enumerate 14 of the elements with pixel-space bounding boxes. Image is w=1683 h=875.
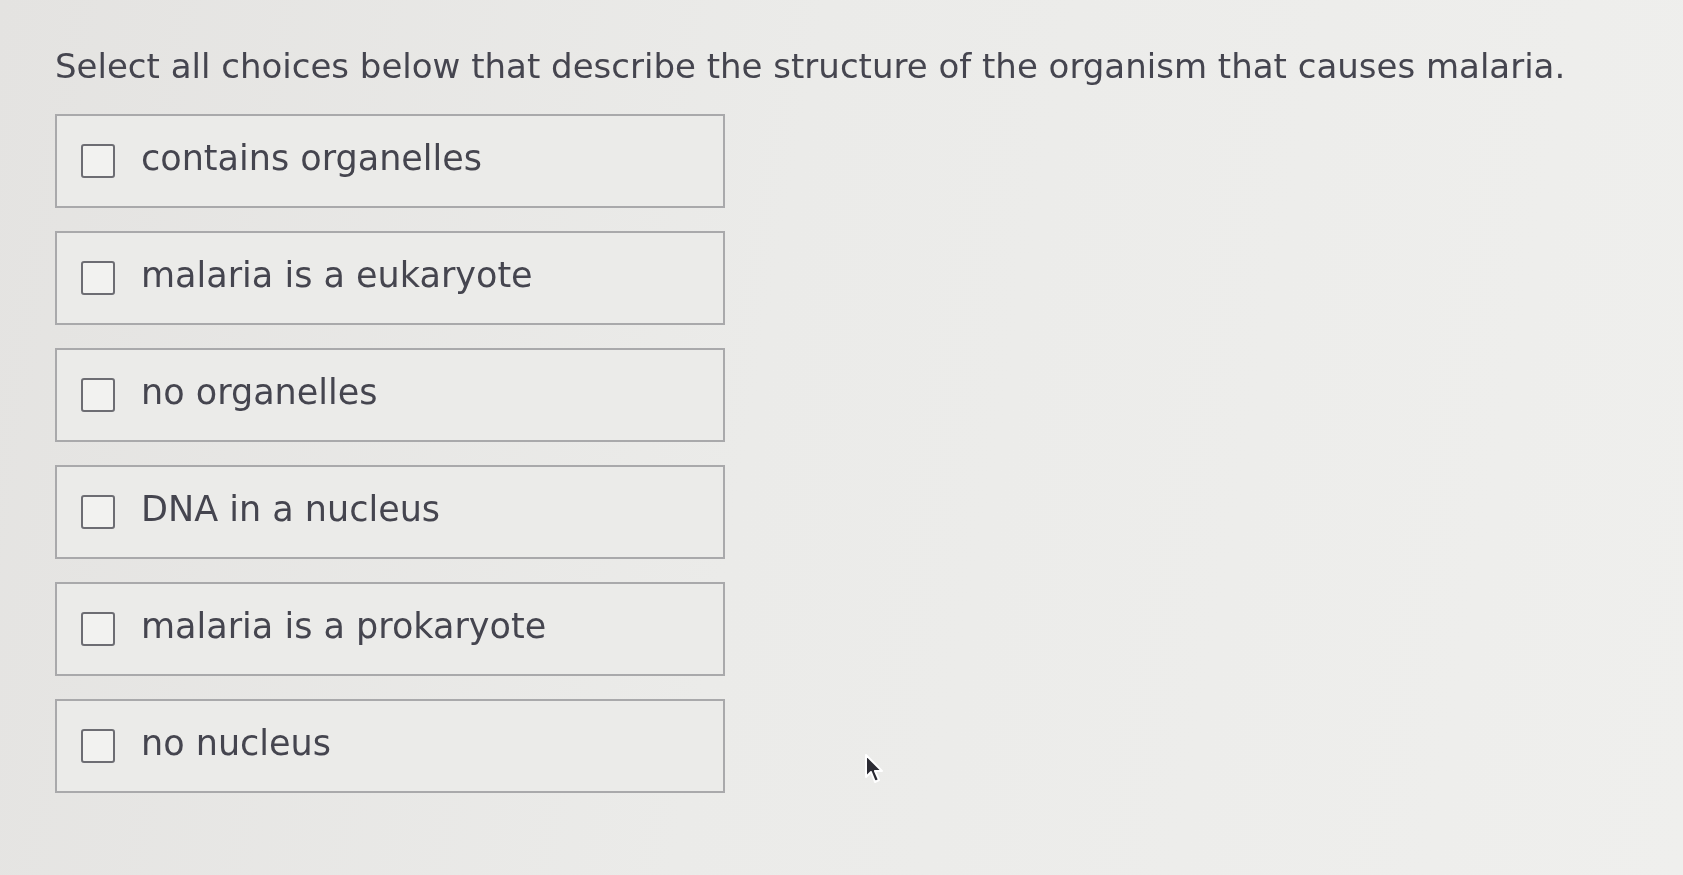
- answer-option[interactable]: DNA in a nucleus: [55, 464, 725, 559]
- checkbox[interactable]: [81, 377, 115, 412]
- checkbox[interactable]: [81, 143, 115, 178]
- checkbox[interactable]: [81, 728, 115, 763]
- checkbox[interactable]: [81, 260, 115, 295]
- mouse-pointer-icon: [864, 753, 886, 785]
- question-text: Select all choices below that describe the structure of the organism that causes malaria.: [55, 45, 1566, 88]
- answer-option[interactable]: no organelles: [55, 347, 725, 442]
- checkbox[interactable]: [81, 494, 115, 529]
- answer-option[interactable]: contains organelles: [55, 113, 725, 208]
- answer-option[interactable]: malaria is a prokaryote: [55, 581, 725, 676]
- checkbox[interactable]: [81, 611, 115, 646]
- answer-option[interactable]: no nucleus: [55, 698, 725, 793]
- answer-option[interactable]: malaria is a eukaryote: [55, 230, 725, 325]
